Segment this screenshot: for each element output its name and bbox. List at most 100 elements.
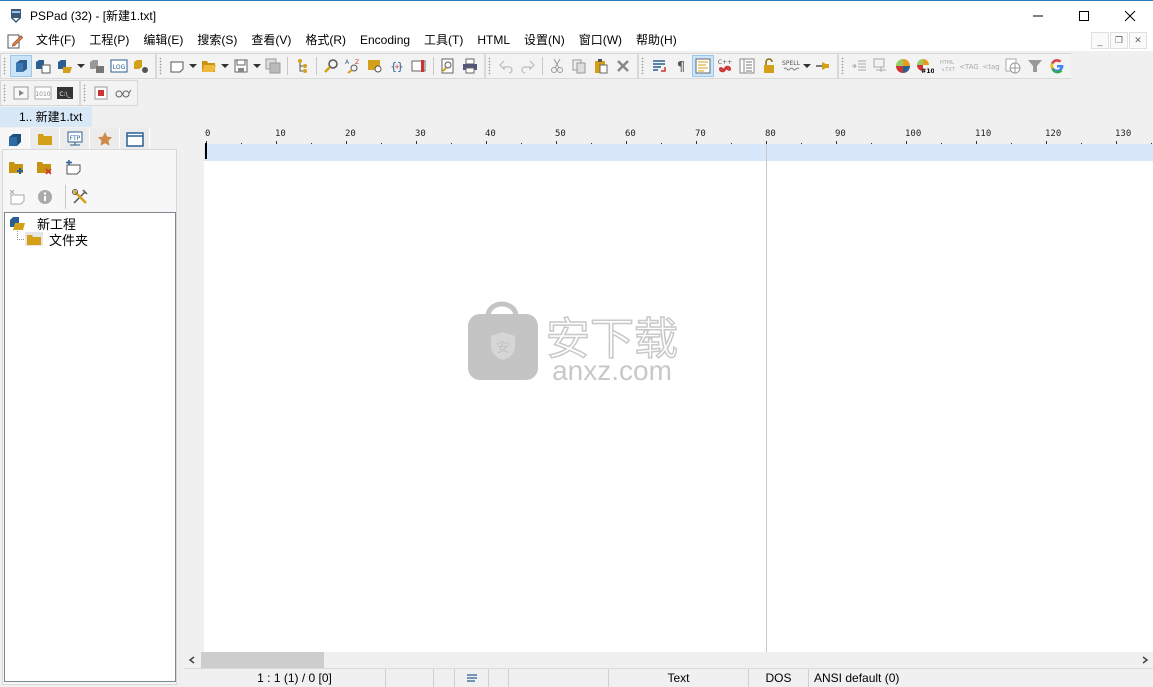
line-numbers-button[interactable] [736, 55, 758, 77]
log-button[interactable]: LOG [108, 55, 130, 77]
menu-tools[interactable]: 工具(T) [417, 30, 470, 51]
tab-windows[interactable] [120, 128, 150, 150]
status-wrap-mode[interactable] [455, 669, 489, 687]
toolbar-grip[interactable] [3, 56, 6, 75]
project-new-file-button[interactable] [32, 55, 54, 77]
mdi-close-button[interactable]: ✕ [1129, 32, 1147, 49]
toolbar-grip[interactable] [841, 56, 844, 75]
tab-favorites[interactable] [90, 128, 120, 150]
tag-lowercase-button[interactable]: <tag [980, 55, 1002, 77]
scrollbar-thumb[interactable] [201, 652, 324, 668]
project-close-button[interactable] [86, 55, 108, 77]
status-syntax[interactable]: Text [609, 669, 749, 687]
color-picker-button[interactable] [892, 55, 914, 77]
paste-button[interactable] [590, 55, 612, 77]
tree-node-folder[interactable]: 文件夹 [25, 231, 88, 248]
remove-file-button[interactable] [6, 186, 28, 208]
project-open-button[interactable] [54, 55, 76, 77]
project-tools-button[interactable] [69, 186, 91, 208]
file-tree-button[interactable] [291, 55, 313, 77]
mdi-minimize-button[interactable]: _ [1091, 32, 1109, 49]
open-file-button[interactable] [198, 55, 220, 77]
replace-button[interactable]: AZ [342, 55, 364, 77]
add-file-button[interactable] [62, 156, 84, 178]
tab-folder[interactable] [30, 128, 60, 150]
show-special-chars-button[interactable]: ¶ [670, 55, 692, 77]
google-search-button[interactable] [1046, 55, 1068, 77]
close-button[interactable] [1107, 1, 1153, 31]
toolbar-grip[interactable] [3, 83, 6, 102]
menu-search[interactable]: 搜索(S) [190, 30, 244, 51]
document-tab[interactable]: 1.. 新建1.txt [0, 107, 92, 127]
tab-project[interactable] [0, 128, 30, 151]
remove-folder-button[interactable] [34, 156, 56, 178]
minimize-button[interactable] [1015, 1, 1061, 31]
maximize-button[interactable] [1061, 1, 1107, 31]
menu-window[interactable]: 窗口(W) [572, 30, 629, 51]
redo-button[interactable] [517, 55, 539, 77]
code-explorer-button[interactable]: C++ [714, 55, 736, 77]
glasses-button[interactable] [112, 82, 134, 104]
menu-help[interactable]: 帮助(H) [629, 30, 684, 51]
delete-button[interactable] [612, 55, 634, 77]
menu-project[interactable]: 工程(P) [82, 30, 136, 51]
status-encoding[interactable]: ANSI default (0) [809, 669, 1153, 687]
read-only-button[interactable] [758, 55, 780, 77]
menu-edit[interactable]: 编辑(E) [136, 30, 190, 51]
tag-uppercase-button[interactable]: <TAG [958, 55, 980, 77]
project-button[interactable] [10, 54, 32, 77]
project-settings-button[interactable] [130, 55, 152, 77]
filter-button[interactable] [1024, 55, 1046, 77]
menu-view[interactable]: 查看(V) [244, 30, 298, 51]
project-open-dropdown[interactable] [76, 55, 86, 77]
cut-button[interactable] [546, 55, 568, 77]
save-button[interactable] [230, 55, 252, 77]
status-line-ending[interactable]: DOS [749, 669, 809, 687]
toolbar-grip[interactable] [488, 56, 491, 75]
spell-check-dropdown[interactable] [802, 55, 812, 77]
text-view-button[interactable] [692, 54, 714, 77]
new-file-dropdown[interactable] [188, 55, 198, 77]
color-hex-button[interactable]: #10 [914, 55, 936, 77]
find-button[interactable] [320, 55, 342, 77]
print-preview-button[interactable] [437, 55, 459, 77]
run-button[interactable] [10, 82, 32, 104]
find-in-files-button[interactable] [364, 55, 386, 77]
tab-ftp[interactable]: FTP [60, 128, 90, 150]
toolbar-grip[interactable] [159, 56, 162, 75]
console-button[interactable]: C:\_ [54, 82, 76, 104]
binary-button[interactable]: 1010 [32, 82, 54, 104]
scroll-left-button[interactable] [184, 652, 200, 668]
add-folder-button[interactable] [6, 156, 28, 178]
menu-file[interactable]: 文件(F) [29, 30, 82, 51]
format-html-button[interactable] [870, 55, 892, 77]
scroll-right-button[interactable] [1137, 652, 1153, 668]
save-all-button[interactable] [262, 55, 284, 77]
open-file-dropdown[interactable] [220, 55, 230, 77]
text-editor[interactable] [204, 161, 1153, 652]
undo-button[interactable] [495, 55, 517, 77]
menu-settings[interactable]: 设置(N) [517, 30, 572, 51]
bracket-match-button[interactable]: {} + [386, 55, 408, 77]
mdi-restore-button[interactable]: ❐ [1110, 32, 1128, 49]
record-macro-button[interactable] [90, 82, 112, 104]
menu-format[interactable]: 格式(R) [298, 30, 353, 51]
print-button[interactable] [459, 55, 481, 77]
new-file-button[interactable] [166, 55, 188, 77]
toolbar-grip[interactable] [641, 56, 644, 75]
properties-button[interactable] [34, 186, 56, 208]
bookmarks-button[interactable] [408, 55, 430, 77]
pin-button[interactable] [812, 55, 834, 77]
menu-encoding[interactable]: Encoding [353, 30, 417, 51]
toolbar-grip[interactable] [83, 83, 86, 102]
web-browser-button[interactable] [1002, 55, 1024, 77]
html-to-text-button[interactable]: HTML ↳TXT [936, 55, 958, 77]
spell-check-button[interactable]: SPELL [780, 55, 802, 77]
menu-html[interactable]: HTML [470, 30, 517, 51]
horizontal-scrollbar[interactable] [184, 652, 1153, 668]
word-wrap-button[interactable] [648, 55, 670, 77]
copy-button[interactable] [568, 55, 590, 77]
indent-button[interactable] [848, 55, 870, 77]
save-dropdown[interactable] [252, 55, 262, 77]
document-edit-icon[interactable] [7, 33, 23, 49]
